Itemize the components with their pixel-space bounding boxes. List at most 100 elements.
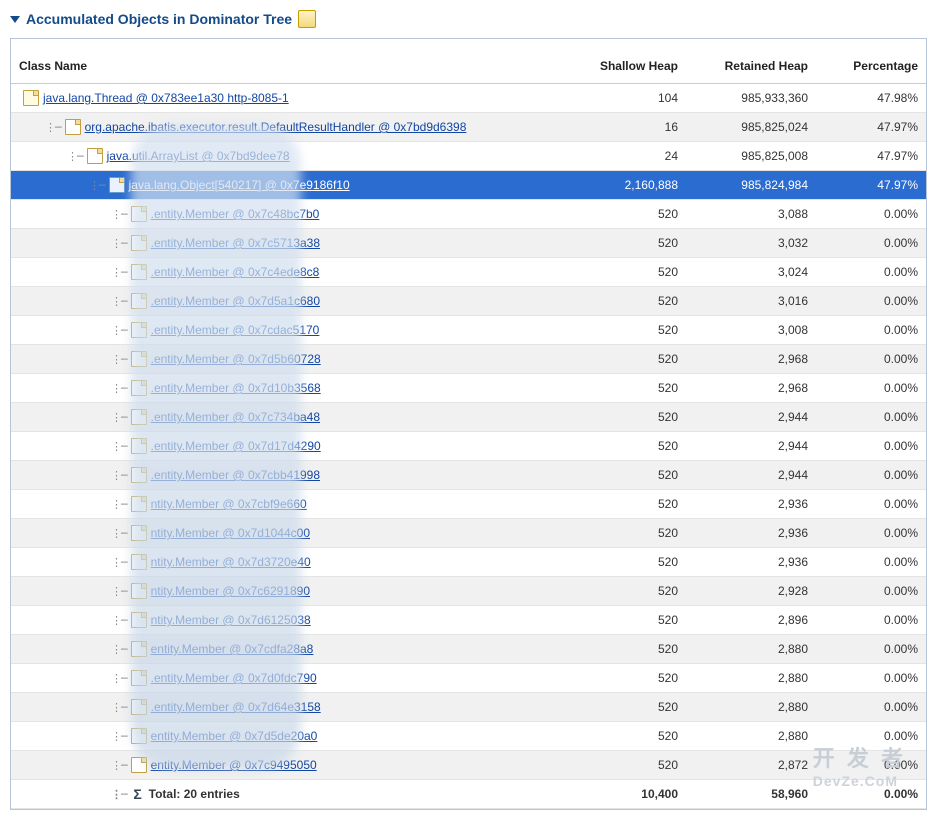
chart-icon[interactable] bbox=[298, 10, 316, 28]
class-link[interactable]: .entity.Member @ 0x7c48bc7b0 bbox=[151, 207, 320, 221]
table-row[interactable]: ⋮─.entity.Member @ 0x7d17d42905202,9440.… bbox=[11, 432, 926, 461]
class-link[interactable]: java.lang.Object[540217] @ 0x7e9186f10 bbox=[129, 178, 350, 192]
section-header[interactable]: Accumulated Objects in Dominator Tree bbox=[10, 10, 927, 28]
cell-percentage: 0.00% bbox=[816, 258, 926, 287]
table-row[interactable]: ⋮─.entity.Member @ 0x7cdac51705203,0080.… bbox=[11, 316, 926, 345]
table-row[interactable]: ⋮─ntity.Member @ 0x7d61250385202,8960.00… bbox=[11, 606, 926, 635]
col-percentage[interactable]: Percentage bbox=[816, 39, 926, 84]
cell-class-name[interactable]: ⋮─.entity.Member @ 0x7d0fdc790 bbox=[11, 664, 566, 693]
col-class-name[interactable]: Class Name bbox=[11, 39, 566, 84]
table-row[interactable]: ⋮─ntity.Member @ 0x7cbf9e6605202,9360.00… bbox=[11, 490, 926, 519]
class-link[interactable]: entity.Member @ 0x7c9495050 bbox=[151, 758, 317, 772]
class-link[interactable]: java.lang.Thread @ 0x783ee1a30 http-8085… bbox=[43, 91, 289, 105]
class-link[interactable]: ntity.Member @ 0x7d6125038 bbox=[151, 613, 311, 627]
cell-class-name[interactable]: ⋮─ntity.Member @ 0x7cbf9e660 bbox=[11, 490, 566, 519]
cell-class-name[interactable]: ⋮─ .entity.Member @ 0x7d5b60728 bbox=[11, 345, 566, 374]
table-header-row: Class Name Shallow Heap Retained Heap Pe… bbox=[11, 39, 926, 84]
tree-branch-icon: ⋮─ bbox=[111, 382, 127, 395]
table-row[interactable]: ⋮─.entity.Member @ 0x7c734ba485202,9440.… bbox=[11, 403, 926, 432]
table-row[interactable]: ⋮─org.apache.ibatis.executor.result.Defa… bbox=[11, 113, 926, 142]
cell-class-name[interactable]: ⋮─ntity.Member @ 0x7c6291890 bbox=[11, 577, 566, 606]
cell-percentage: 0.00% bbox=[816, 548, 926, 577]
class-link[interactable]: entity.Member @ 0x7cdfa28a8 bbox=[151, 642, 314, 656]
tree-branch-icon: ⋮─ bbox=[111, 353, 127, 366]
class-link[interactable]: java.util.ArrayList @ 0x7bd9dee78 bbox=[107, 149, 290, 163]
cell-class-name[interactable]: ⋮─.entity.Member @ 0x7cdac5170 bbox=[11, 316, 566, 345]
table-row[interactable]: ⋮─.entity.Member @ 0x7c48bc7b05203,0880.… bbox=[11, 200, 926, 229]
cell-class-name[interactable]: ⋮─.entity.Member @ 0x7c734ba48 bbox=[11, 403, 566, 432]
cell-shallow: 520 bbox=[566, 258, 686, 287]
class-link[interactable]: .entity.Member @ 0x7cbb41998 bbox=[151, 468, 320, 482]
class-link[interactable]: ntity.Member @ 0x7c6291890 bbox=[151, 584, 310, 598]
class-link[interactable]: ntity.Member @ 0x7d3720e40 bbox=[151, 555, 311, 569]
cell-class-name[interactable]: ⋮─ntity.Member @ 0x7d3720e40 bbox=[11, 548, 566, 577]
table-row[interactable]: ⋮─entity.Member @ 0x7cdfa28a85202,8800.0… bbox=[11, 635, 926, 664]
cell-percentage: 47.97% bbox=[816, 171, 926, 200]
cell-class-name[interactable]: ⋮─entity.Member @ 0x7d5de20a0 bbox=[11, 722, 566, 751]
cell-class-name[interactable]: ⋮─.entity.Member @ 0x7d64e3158 bbox=[11, 693, 566, 722]
file-icon bbox=[131, 728, 147, 744]
table-row[interactable]: ⋮─.entity.Member @ 0x7d10b35685202,9680.… bbox=[11, 374, 926, 403]
file-icon bbox=[131, 496, 147, 512]
cell-retained: 3,088 bbox=[686, 200, 816, 229]
collapse-icon[interactable] bbox=[10, 16, 20, 23]
class-link[interactable]: .entity.Member @ 0x7d10b3568 bbox=[151, 381, 321, 395]
cell-class-name[interactable]: java.lang.Thread @ 0x783ee1a30 http-8085… bbox=[11, 84, 566, 113]
class-link[interactable]: .entity.Member @ 0x7c734ba48 bbox=[151, 410, 320, 424]
cell-retained: 2,872 bbox=[686, 751, 816, 780]
cell-class-name[interactable]: ⋮─.entity.Member @ 0x7c5713a38 bbox=[11, 229, 566, 258]
file-icon bbox=[131, 409, 147, 425]
class-link[interactable]: .entity.Member @ 0x7c4ede8c8 bbox=[151, 265, 320, 279]
class-link[interactable]: entity.Member @ 0x7d5de20a0 bbox=[151, 729, 318, 743]
cell-class-name[interactable]: ⋮─.entity.Member @ 0x7c48bc7b0 bbox=[11, 200, 566, 229]
col-shallow-heap[interactable]: Shallow Heap bbox=[566, 39, 686, 84]
col-retained-heap[interactable]: Retained Heap bbox=[686, 39, 816, 84]
table-row[interactable]: ⋮─.entity.Member @ 0x7c4ede8c85203,0240.… bbox=[11, 258, 926, 287]
table-row[interactable]: ⋮─.entity.Member @ 0x7d64e31585202,8800.… bbox=[11, 693, 926, 722]
table-row[interactable]: ⋮─.entity.Member @ 0x7d0fdc7905202,8800.… bbox=[11, 664, 926, 693]
cell-class-name[interactable]: ⋮─.entity.Member @ 0x7d5a1c680 bbox=[11, 287, 566, 316]
class-link[interactable]: .entity.Member @ 0x7cdac5170 bbox=[151, 323, 320, 337]
file-icon bbox=[65, 119, 81, 135]
cell-class-name[interactable]: ⋮─entity.Member @ 0x7cdfa28a8 bbox=[11, 635, 566, 664]
cell-retained: 2,936 bbox=[686, 490, 816, 519]
cell-class-name[interactable]: ⋮─.entity.Member @ 0x7cbb41998 bbox=[11, 461, 566, 490]
table-row[interactable]: ⋮─.entity.Member @ 0x7d5a1c6805203,0160.… bbox=[11, 287, 926, 316]
table-row[interactable]: ⋮─entity.Member @ 0x7c94950505202,8720.0… bbox=[11, 751, 926, 780]
cell-percentage: 0.00% bbox=[816, 635, 926, 664]
class-link[interactable]: .entity.Member @ 0x7d17d4290 bbox=[151, 439, 321, 453]
table-row[interactable]: ⋮─java.lang.Object[540217] @ 0x7e9186f10… bbox=[11, 171, 926, 200]
class-link[interactable]: .entity.Member @ 0x7d5a1c680 bbox=[151, 294, 320, 308]
class-link[interactable]: ntity.Member @ 0x7cbf9e660 bbox=[151, 497, 307, 511]
cell-class-name[interactable]: ⋮─entity.Member @ 0x7c9495050 bbox=[11, 751, 566, 780]
class-link[interactable]: .entity.Member @ 0x7d64e3158 bbox=[151, 700, 321, 714]
cell-retained: 2,880 bbox=[686, 635, 816, 664]
table-row[interactable]: java.lang.Thread @ 0x783ee1a30 http-8085… bbox=[11, 84, 926, 113]
table-row[interactable]: ⋮─ntity.Member @ 0x7d3720e405202,9360.00… bbox=[11, 548, 926, 577]
cell-class-name[interactable]: ⋮─.entity.Member @ 0x7c4ede8c8 bbox=[11, 258, 566, 287]
table-row[interactable]: ⋮─.entity.Member @ 0x7c5713a385203,0320.… bbox=[11, 229, 926, 258]
cell-class-name[interactable]: ⋮─java.util.ArrayList @ 0x7bd9dee78 bbox=[11, 142, 566, 171]
cell-class-name[interactable]: ⋮─ ntity.Member @ 0x7d1044c00 bbox=[11, 519, 566, 548]
cell-class-name[interactable]: ⋮─ntity.Member @ 0x7d6125038 bbox=[11, 606, 566, 635]
class-link[interactable]: org.apache.ibatis.executor.result.Defaul… bbox=[85, 120, 467, 134]
cell-percentage: 0.00% bbox=[816, 664, 926, 693]
cell-class-name[interactable]: ⋮─.entity.Member @ 0x7d17d4290 bbox=[11, 432, 566, 461]
cell-class-name[interactable]: ⋮─java.lang.Object[540217] @ 0x7e9186f10 bbox=[11, 171, 566, 200]
class-link[interactable]: ntity.Member @ 0x7d1044c00 bbox=[151, 526, 310, 540]
file-icon bbox=[131, 351, 147, 367]
cell-retained: 2,880 bbox=[686, 722, 816, 751]
cell-class-name[interactable]: ⋮─org.apache.ibatis.executor.result.Defa… bbox=[11, 113, 566, 142]
class-link[interactable]: .entity.Member @ 0x7d0fdc790 bbox=[151, 671, 317, 685]
class-link[interactable]: .entity.Member @ 0x7d5b60728 bbox=[151, 352, 321, 366]
cell-class-name[interactable]: ⋮─ .entity.Member @ 0x7d10b3568 bbox=[11, 374, 566, 403]
table-row[interactable]: ⋮─.entity.Member @ 0x7d5b607285202,9680.… bbox=[11, 345, 926, 374]
table-row[interactable]: ⋮─ntity.Member @ 0x7c62918905202,9280.00… bbox=[11, 577, 926, 606]
table-row[interactable]: ⋮─entity.Member @ 0x7d5de20a05202,8800.0… bbox=[11, 722, 926, 751]
tree-branch-icon: ⋮─ bbox=[111, 527, 127, 540]
table-row[interactable]: ⋮─.entity.Member @ 0x7cbb419985202,9440.… bbox=[11, 461, 926, 490]
table-row[interactable]: ⋮─ntity.Member @ 0x7d1044c005202,9360.00… bbox=[11, 519, 926, 548]
class-link[interactable]: .entity.Member @ 0x7c5713a38 bbox=[151, 236, 320, 250]
table-row[interactable]: ⋮─java.util.ArrayList @ 0x7bd9dee7824985… bbox=[11, 142, 926, 171]
cell-retained: 2,968 bbox=[686, 345, 816, 374]
